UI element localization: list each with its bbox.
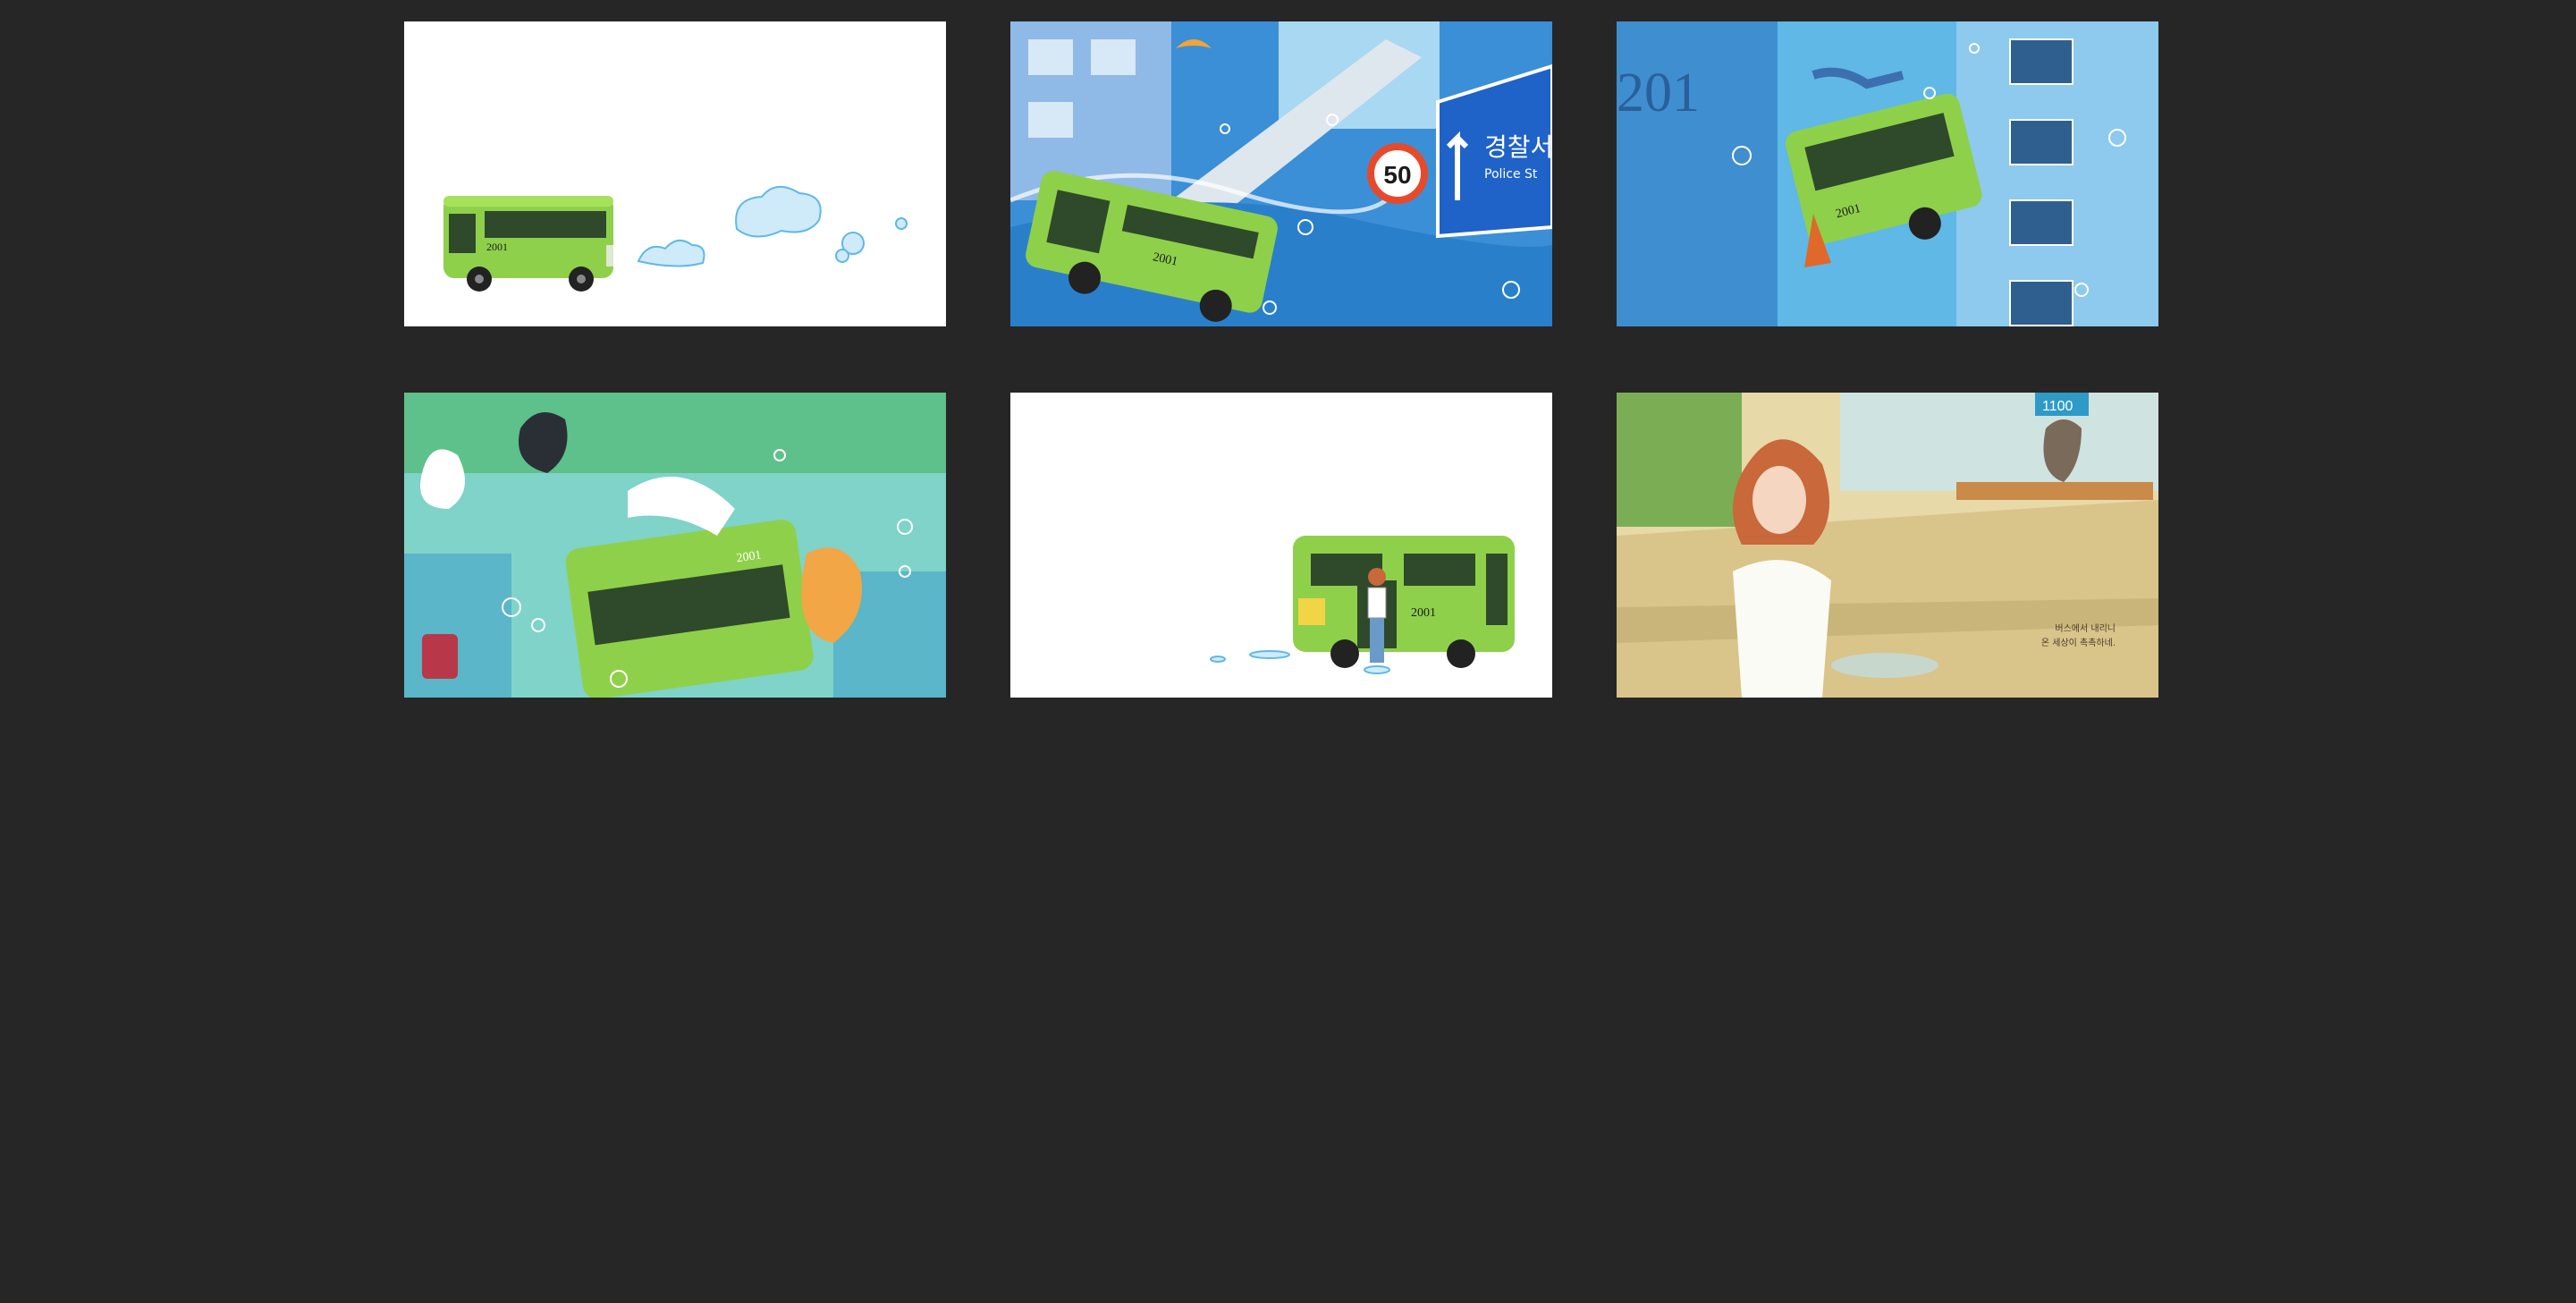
speed-limit-sign: 50 (1367, 143, 1428, 204)
bench (1956, 482, 2153, 500)
red-suitcase (422, 634, 458, 679)
gallery-tile-bus-flooded-city[interactable]: 2001 50 경찰서 Police St (1010, 21, 1552, 326)
illustration-gallery: 2001 2001 50 경찰서 Police St 201 2001 2001… (0, 0, 2576, 1303)
road-sign-english: Police St (1484, 167, 1538, 182)
road-sign-korean: 경찰서 (1484, 132, 1552, 162)
gallery-tile-bus-with-cats-and-boy[interactable]: 2001 (404, 393, 946, 698)
gallery-tile-girl-at-bus-stop[interactable]: 1100 버스에서 내리니 온 세상이 촉촉하네. (1617, 393, 2158, 698)
green-bus: 2001 (1293, 536, 1515, 668)
caption-line-2: 온 세상이 촉촉하네. (2040, 639, 2116, 648)
girl-stepping-out-illustration: 2001 (1010, 393, 1552, 698)
bus-stop-number: 1100 (2042, 399, 2073, 414)
floating-apartments-illustration: 201 2001 (1617, 21, 2158, 326)
flooded-city-illustration: 2001 50 경찰서 Police St (1010, 21, 1552, 326)
building-number: 201 (1617, 63, 1700, 123)
bus-bubbles-illustration: 2001 (404, 21, 946, 326)
gallery-tile-bus-leaving-bubbles[interactable]: 2001 (404, 21, 946, 326)
girl-figure (1367, 568, 1387, 663)
gallery-tile-bus-floating-apartments[interactable]: 201 2001 (1617, 21, 2158, 326)
gallery-tile-bus-girl-stepping-out[interactable]: 2001 (1010, 393, 1552, 698)
story-caption: 버스에서 내리니 온 세상이 촉촉하네. (2041, 622, 2116, 651)
caption-line-1: 버스에서 내리니 (2055, 624, 2116, 634)
bus-number-label: 2001 (1411, 606, 1436, 620)
bus-stop-illustration: 1100 (1617, 393, 2158, 698)
green-bus: 2001 (443, 196, 613, 292)
speed-limit-value: 50 (1383, 161, 1411, 189)
cats-and-boy-illustration: 2001 (404, 393, 946, 698)
bus-number-label: 2001 (486, 241, 508, 253)
